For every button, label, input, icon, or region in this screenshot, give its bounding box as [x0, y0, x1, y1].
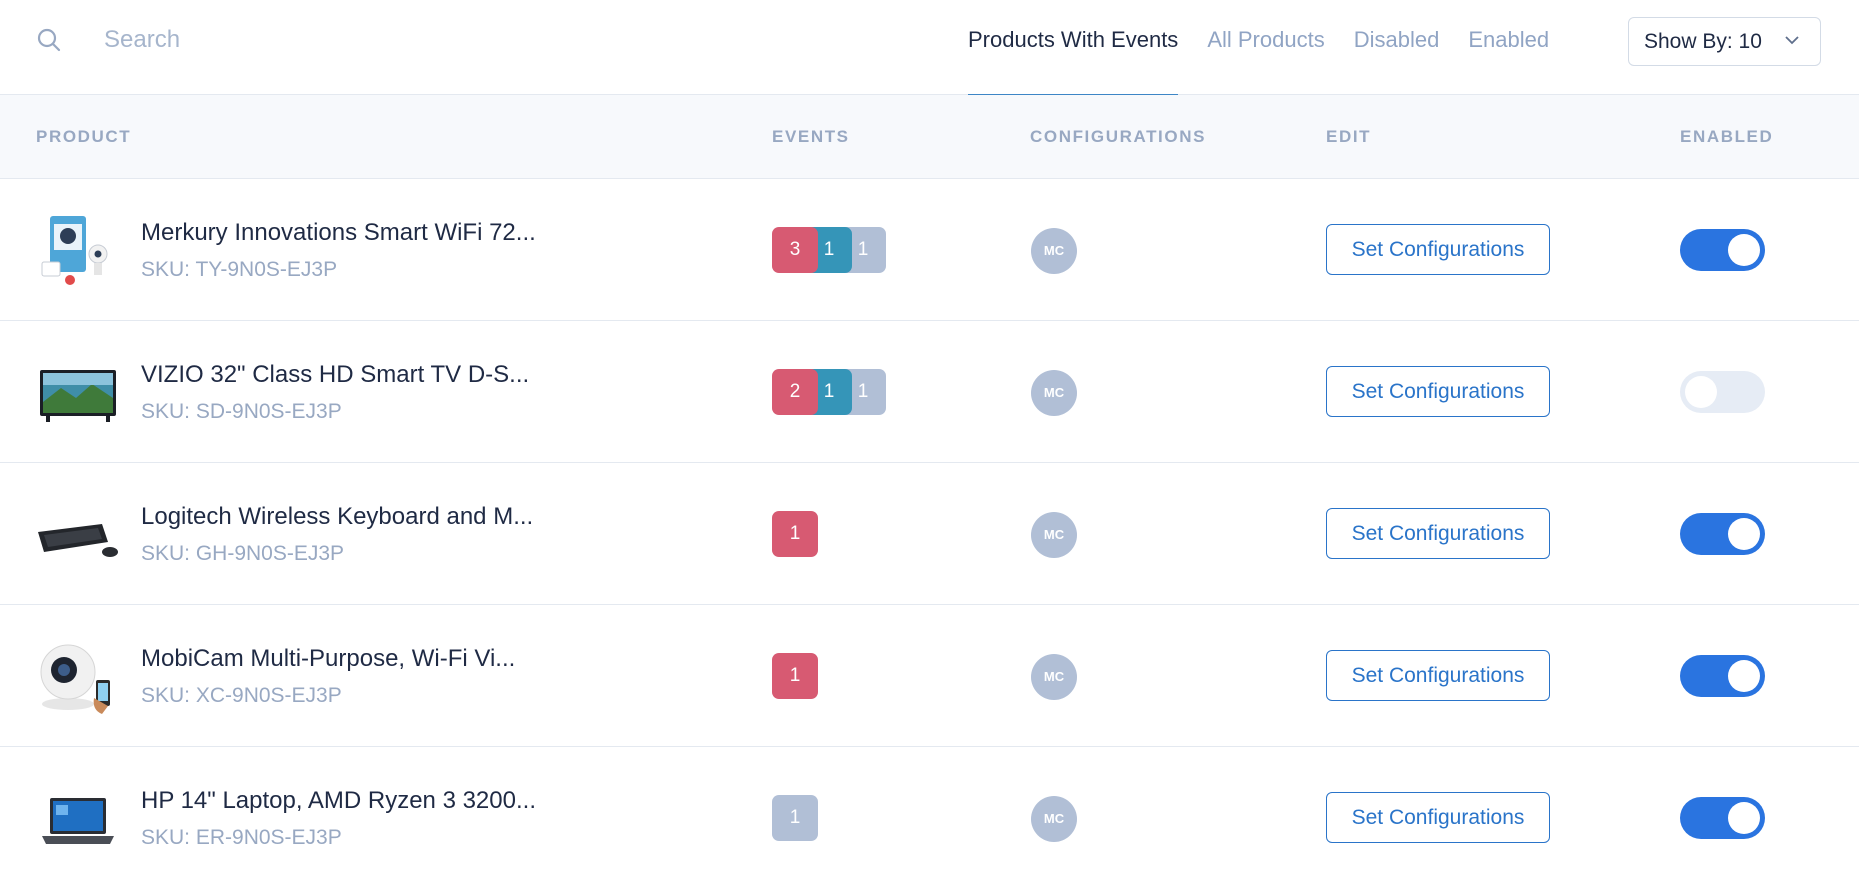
table-row[interactable]: HP 14" Laptop, AMD Ryzen 3 3200... SKU: …	[0, 747, 1859, 878]
toggle-knob	[1728, 802, 1760, 834]
event-count-badge[interactable]: 3	[772, 227, 818, 273]
enabled-toggle[interactable]	[1680, 371, 1765, 413]
toggle-knob	[1728, 518, 1760, 550]
event-count-badge[interactable]: 1	[772, 511, 818, 557]
product-sku: SKU: SD-9N0S-EJ3P	[141, 400, 342, 423]
enabled-toggle[interactable]	[1680, 229, 1765, 271]
keyboard-image	[38, 524, 118, 557]
search-icon[interactable]	[36, 27, 62, 53]
toggle-knob	[1685, 376, 1717, 408]
table-header: PRODUCT EVENTS CONFIGURATIONS EDIT ENABL…	[0, 95, 1859, 179]
set-configurations-button[interactable]: Set Configurations	[1326, 792, 1550, 843]
tab-products-with-events[interactable]: Products With Events	[968, 0, 1179, 96]
set-configurations-button[interactable]: Set Configurations	[1326, 366, 1550, 417]
tv-image	[40, 370, 116, 422]
column-header-events[interactable]: EVENTS	[772, 95, 850, 179]
column-header-configurations[interactable]: CONFIGURATIONS	[1030, 95, 1206, 179]
configuration-avatar: MC	[1031, 228, 1077, 274]
event-count-badge[interactable]: 2	[772, 369, 818, 415]
tab-all-products[interactable]: All Products	[1207, 0, 1324, 95]
configuration-avatar: MC	[1031, 654, 1077, 700]
camera-image	[40, 644, 110, 714]
configuration-avatar: MC	[1031, 796, 1077, 842]
column-header-product[interactable]: PRODUCT	[36, 95, 131, 179]
product-sku: SKU: GH-9N0S-EJ3P	[141, 542, 345, 565]
enabled-toggle[interactable]	[1680, 513, 1765, 555]
table-row[interactable]: Merkury Innovations Smart WiFi 72... SKU…	[0, 179, 1859, 321]
security-camera-box-image	[41, 216, 108, 285]
laptop-image	[42, 798, 114, 844]
set-configurations-button[interactable]: Set Configurations	[1326, 508, 1550, 559]
product-sku: SKU: ER-9N0S-EJ3P	[141, 826, 342, 849]
filter-tabs: Products With Events All Products Disabl…	[968, 0, 1578, 96]
column-header-edit: EDIT	[1326, 127, 1372, 146]
product-name[interactable]: HP 14" Laptop, AMD Ryzen 3 3200...	[141, 787, 536, 815]
product-sku: SKU: TY-9N0S-EJ3P	[141, 258, 338, 281]
product-name[interactable]: MobiCam Multi-Purpose, Wi-Fi Vi...	[141, 645, 515, 673]
table-row[interactable]: Logitech Wireless Keyboard and M... SKU:…	[0, 463, 1859, 605]
show-by-select[interactable]: Show By: 10	[1628, 17, 1821, 66]
column-header-enabled[interactable]: ENABLED	[1680, 95, 1773, 179]
top-bar: Products With Events All Products Disabl…	[0, 0, 1859, 96]
product-table-body: Merkury Innovations Smart WiFi 72... SKU…	[0, 179, 1859, 878]
set-configurations-button[interactable]: Set Configurations	[1326, 650, 1550, 701]
toggle-knob	[1728, 234, 1760, 266]
configuration-avatar: MC	[1031, 512, 1077, 558]
product-name[interactable]: VIZIO 32" Class HD Smart TV D-S...	[141, 361, 529, 389]
enabled-toggle[interactable]	[1680, 797, 1765, 839]
table-row[interactable]: VIZIO 32" Class HD Smart TV D-S... SKU: …	[0, 321, 1859, 463]
chevron-down-icon	[1785, 36, 1799, 45]
toggle-knob	[1728, 660, 1760, 692]
product-sku: SKU: XC-9N0S-EJ3P	[141, 684, 342, 707]
enabled-toggle[interactable]	[1680, 655, 1765, 697]
event-count-badge[interactable]: 1	[772, 653, 818, 699]
show-by-label: Show By: 10	[1644, 29, 1762, 53]
search-input[interactable]	[104, 20, 704, 60]
set-configurations-button[interactable]: Set Configurations	[1326, 224, 1550, 275]
product-name[interactable]: Merkury Innovations Smart WiFi 72...	[141, 219, 536, 247]
product-name[interactable]: Logitech Wireless Keyboard and M...	[141, 503, 533, 531]
table-row[interactable]: MobiCam Multi-Purpose, Wi-Fi Vi... SKU: …	[0, 605, 1859, 747]
tab-disabled[interactable]: Disabled	[1354, 0, 1440, 95]
event-count-badge[interactable]: 1	[772, 795, 818, 841]
tab-enabled[interactable]: Enabled	[1468, 0, 1549, 95]
configuration-avatar: MC	[1031, 370, 1077, 416]
